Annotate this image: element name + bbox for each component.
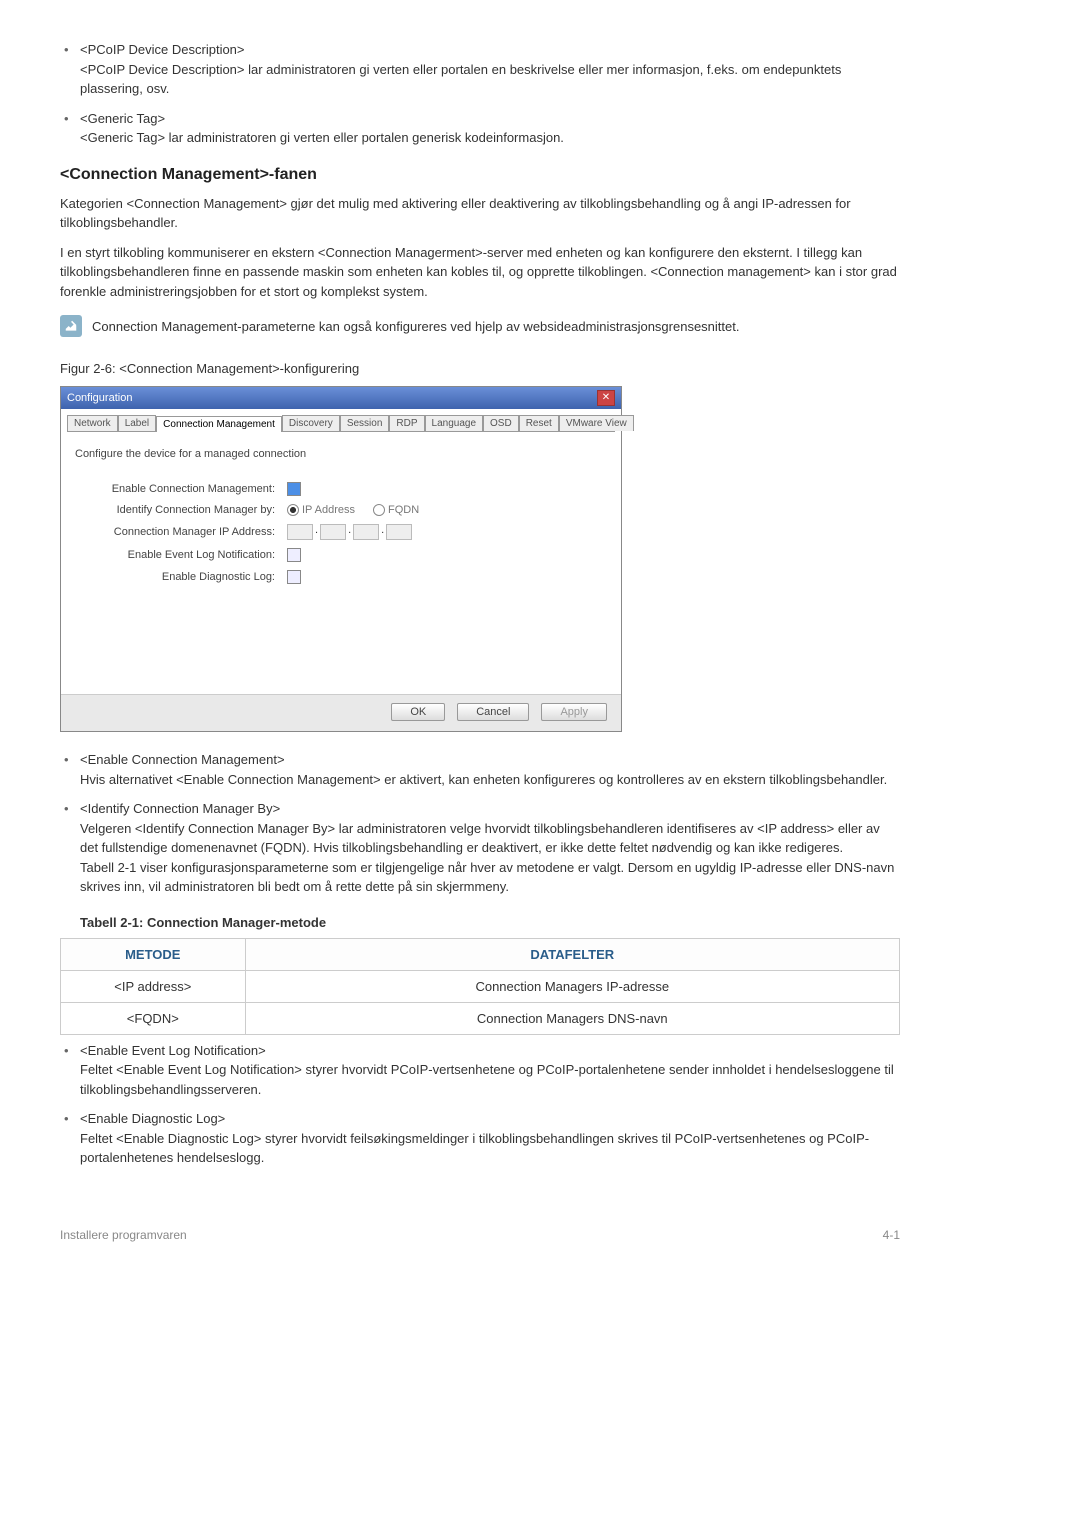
item-desc: <PCoIP Device Description> lar administr…: [80, 60, 900, 99]
paragraph: Kategorien <Connection Management> gjør …: [60, 194, 900, 233]
apply-button[interactable]: Apply: [541, 703, 607, 721]
table-header-datafields: DATAFELTER: [245, 938, 899, 970]
tab-connection-management[interactable]: Connection Management: [156, 416, 282, 432]
list-item: <Identify Connection Manager By> Velgere…: [60, 799, 900, 897]
radio-group-identify: IP Address FQDN: [287, 504, 419, 516]
radio-label-ip: IP Address: [302, 504, 355, 516]
connection-manager-table: METODE DATAFELTER <IP address> Connectio…: [60, 938, 900, 1035]
table-cell: Connection Managers DNS-navn: [245, 1002, 899, 1034]
item-desc: Feltet <Enable Diagnostic Log> styrer hv…: [80, 1129, 900, 1168]
footer-left: Installere programvaren: [60, 1228, 187, 1242]
table-caption: Tabell 2-1: Connection Manager-metode: [80, 915, 900, 930]
table-row: <IP address> Connection Managers IP-adre…: [61, 970, 900, 1002]
dialog-button-bar: OK Cancel Apply: [61, 694, 621, 731]
ok-button[interactable]: OK: [391, 703, 445, 721]
item-desc: <Generic Tag> lar administratoren gi ver…: [80, 128, 900, 148]
item-desc: Velgeren <Identify Connection Manager By…: [80, 819, 900, 858]
label-diag-log: Enable Diagnostic Log:: [75, 571, 287, 583]
ip-segment[interactable]: [386, 524, 412, 540]
list-item: <Generic Tag> <Generic Tag> lar administ…: [60, 109, 900, 148]
ip-segment[interactable]: [353, 524, 379, 540]
dialog-titlebar: Configuration ✕: [61, 387, 621, 409]
ip-segment[interactable]: [287, 524, 313, 540]
table-row: <FQDN> Connection Managers DNS-navn: [61, 1002, 900, 1034]
figure-caption: Figur 2-6: <Connection Management>-konfi…: [60, 361, 900, 376]
item-desc: Feltet <Enable Event Log Notification> s…: [80, 1060, 900, 1099]
item-desc: Tabell 2-1 viser konfigurasjonsparameter…: [80, 858, 900, 897]
item-term: <Enable Connection Management>: [80, 750, 900, 770]
item-desc: Hvis alternativet <Enable Connection Man…: [80, 770, 900, 790]
tab-vmware-view[interactable]: VMware View: [559, 415, 634, 431]
row-ip-address: Connection Manager IP Address: . . .: [75, 524, 607, 540]
tab-reset[interactable]: Reset: [519, 415, 559, 431]
list-item: <Enable Event Log Notification> Feltet <…: [60, 1041, 900, 1100]
table-cell: <FQDN>: [61, 1002, 246, 1034]
section-heading: <Connection Management>-fanen: [60, 166, 900, 184]
radio-option-ip[interactable]: IP Address: [287, 504, 355, 516]
note-icon: [60, 315, 82, 337]
bullet-list-after-figure: <Enable Connection Management> Hvis alte…: [60, 750, 900, 897]
tab-session[interactable]: Session: [340, 415, 390, 431]
list-item: <Enable Diagnostic Log> Feltet <Enable D…: [60, 1109, 900, 1168]
ip-segment[interactable]: [320, 524, 346, 540]
dialog-title-text: Configuration: [67, 392, 132, 404]
cancel-button[interactable]: Cancel: [457, 703, 529, 721]
ip-address-input[interactable]: . . .: [287, 524, 412, 540]
tab-label[interactable]: Label: [118, 415, 156, 431]
checkbox-enable-cm[interactable]: [287, 482, 301, 496]
note-block: Connection Management-parameterne kan og…: [60, 315, 900, 337]
row-identify-by: Identify Connection Manager by: IP Addre…: [75, 504, 607, 516]
label-ip-address: Connection Manager IP Address:: [75, 526, 287, 538]
checkbox-diag-log[interactable]: [287, 570, 301, 584]
footer-right: 4-1: [883, 1228, 900, 1242]
checkbox-event-log[interactable]: [287, 548, 301, 562]
tab-osd[interactable]: OSD: [483, 415, 519, 431]
item-term: <Generic Tag>: [80, 109, 900, 129]
label-enable-cm: Enable Connection Management:: [75, 483, 287, 495]
label-event-log: Enable Event Log Notification:: [75, 549, 287, 561]
configuration-dialog: Configuration ✕ Network Label Connection…: [60, 386, 622, 732]
paragraph: I en styrt tilkobling kommuniserer en ek…: [60, 243, 900, 302]
label-identify-by: Identify Connection Manager by:: [75, 504, 287, 516]
tab-discovery[interactable]: Discovery: [282, 415, 340, 431]
item-term: <Identify Connection Manager By>: [80, 799, 900, 819]
radio-label-fqdn: FQDN: [388, 504, 419, 516]
row-event-log: Enable Event Log Notification:: [75, 548, 607, 562]
tab-language[interactable]: Language: [425, 415, 484, 431]
radio-icon: [373, 504, 385, 516]
radio-icon: [287, 504, 299, 516]
item-term: <Enable Diagnostic Log>: [80, 1109, 900, 1129]
dialog-intro: Configure the device for a managed conne…: [75, 444, 607, 474]
table-cell: Connection Managers IP-adresse: [245, 970, 899, 1002]
item-term: <Enable Event Log Notification>: [80, 1041, 900, 1061]
tab-network[interactable]: Network: [67, 415, 118, 431]
table-header-row: METODE DATAFELTER: [61, 938, 900, 970]
tabs-row: Network Label Connection Management Disc…: [61, 409, 621, 431]
radio-option-fqdn[interactable]: FQDN: [373, 504, 419, 516]
table-header-method: METODE: [61, 938, 246, 970]
dialog-body: Configure the device for a managed conne…: [67, 431, 615, 694]
bullet-list-top: <PCoIP Device Description> <PCoIP Device…: [60, 40, 900, 148]
list-item: <Enable Connection Management> Hvis alte…: [60, 750, 900, 789]
bullet-list-last: <Enable Event Log Notification> Feltet <…: [60, 1041, 900, 1168]
table-cell: <IP address>: [61, 970, 246, 1002]
close-icon[interactable]: ✕: [597, 390, 615, 406]
row-enable-cm: Enable Connection Management:: [75, 482, 607, 496]
page-footer: Installere programvaren 4-1: [60, 1228, 900, 1242]
item-term: <PCoIP Device Description>: [80, 40, 900, 60]
list-item: <PCoIP Device Description> <PCoIP Device…: [60, 40, 900, 99]
note-text: Connection Management-parameterne kan og…: [92, 315, 739, 337]
row-diag-log: Enable Diagnostic Log:: [75, 570, 607, 584]
tab-rdp[interactable]: RDP: [389, 415, 424, 431]
